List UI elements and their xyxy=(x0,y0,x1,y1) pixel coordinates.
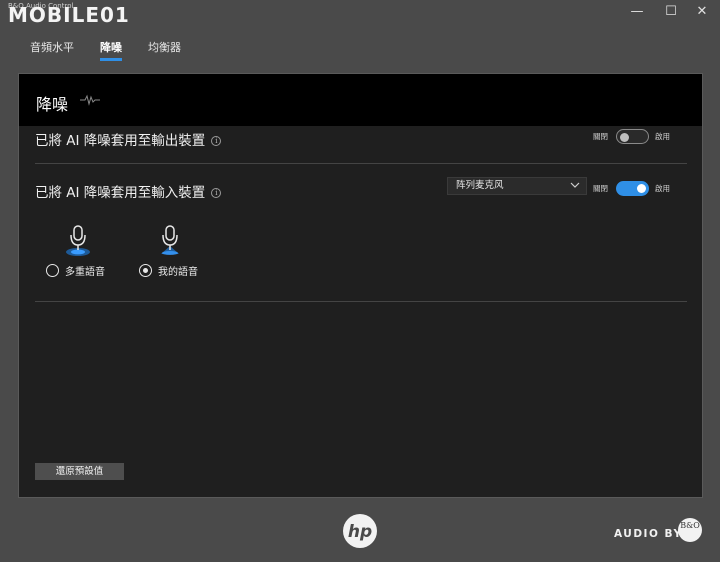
multi-voice-mic-icon xyxy=(66,225,90,256)
toggle-off-label: 關閉 xyxy=(593,132,608,141)
radio-option-multi-voice[interactable]: 多重語音 xyxy=(46,263,105,278)
selected-device: 阵列麦克风 xyxy=(456,180,504,191)
output-toggle-group: 關閉 啟用 xyxy=(593,129,679,145)
info-icon[interactable]: i xyxy=(211,188,222,198)
output-noise-toggle[interactable] xyxy=(616,129,649,144)
maximize-button[interactable]: ☐ xyxy=(657,2,685,22)
radio-label: 我的語音 xyxy=(158,267,198,278)
input-device-select[interactable]: 阵列麦克风 xyxy=(447,177,587,195)
divider xyxy=(35,301,687,302)
toggle-off-label: 關閉 xyxy=(593,184,608,193)
toggle-on-label: 啟用 xyxy=(655,184,670,193)
reset-defaults-button[interactable]: 還原預設值 xyxy=(35,463,124,480)
tab-equalizer[interactable]: 均衡器 xyxy=(148,39,181,60)
chevron-down-icon xyxy=(570,182,580,188)
hp-logo: hp xyxy=(343,514,377,548)
input-noise-toggle[interactable] xyxy=(616,181,649,196)
divider xyxy=(35,163,687,164)
input-toggle-group: 關閉 啟用 xyxy=(593,181,679,197)
radio-button[interactable] xyxy=(46,264,59,277)
info-icon[interactable]: i xyxy=(211,136,222,146)
panel-title: 降噪 xyxy=(36,95,69,114)
watermark-logo: MOBILE01 xyxy=(8,3,130,27)
waveform-icon xyxy=(80,94,100,106)
minimize-button[interactable]: — xyxy=(623,2,651,22)
input-ai-noise-label: 已將 AI 降噪套用至輸入裝置 i xyxy=(35,181,222,201)
my-voice-mic-icon xyxy=(161,225,179,255)
hp-logo-text: hp xyxy=(348,522,372,542)
toggle-knob xyxy=(637,184,646,193)
close-button[interactable]: ✕ xyxy=(688,2,716,22)
bo-logo: B&O xyxy=(678,518,702,542)
radio-button[interactable] xyxy=(139,264,152,277)
input-ai-noise-text: 已將 AI 降噪套用至輸入裝置 xyxy=(35,185,206,201)
input-ai-noise-row: 已將 AI 降噪套用至輸入裝置 i 阵列麦克风 關閉 啟用 xyxy=(35,177,687,221)
tab-audio-level[interactable]: 音頻水平 xyxy=(30,39,74,60)
radio-option-my-voice[interactable]: 我的語音 xyxy=(139,263,198,278)
panel-header: 降噪 xyxy=(19,74,702,126)
audio-by-text: AUDIO BY xyxy=(614,528,683,540)
output-ai-noise-label: 已將 AI 降噪套用至輸出裝置 i xyxy=(35,129,222,149)
toggle-on-label: 啟用 xyxy=(655,132,670,141)
title-bar: B&O Audio Control MOBILE01 — ☐ ✕ xyxy=(0,0,720,27)
output-ai-noise-text: 已將 AI 降噪套用至輸出裝置 xyxy=(35,133,206,149)
toggle-knob xyxy=(620,133,629,142)
noise-reduction-panel: 降噪 已將 AI 降噪套用至輸出裝置 i 關閉 啟用 已將 AI 降噪套用至輸入裝… xyxy=(18,73,703,498)
tab-bar: 音頻水平 降噪 均衡器 xyxy=(30,39,181,61)
tab-noise-reduction[interactable]: 降噪 xyxy=(100,39,122,61)
radio-label: 多重語音 xyxy=(65,267,105,278)
